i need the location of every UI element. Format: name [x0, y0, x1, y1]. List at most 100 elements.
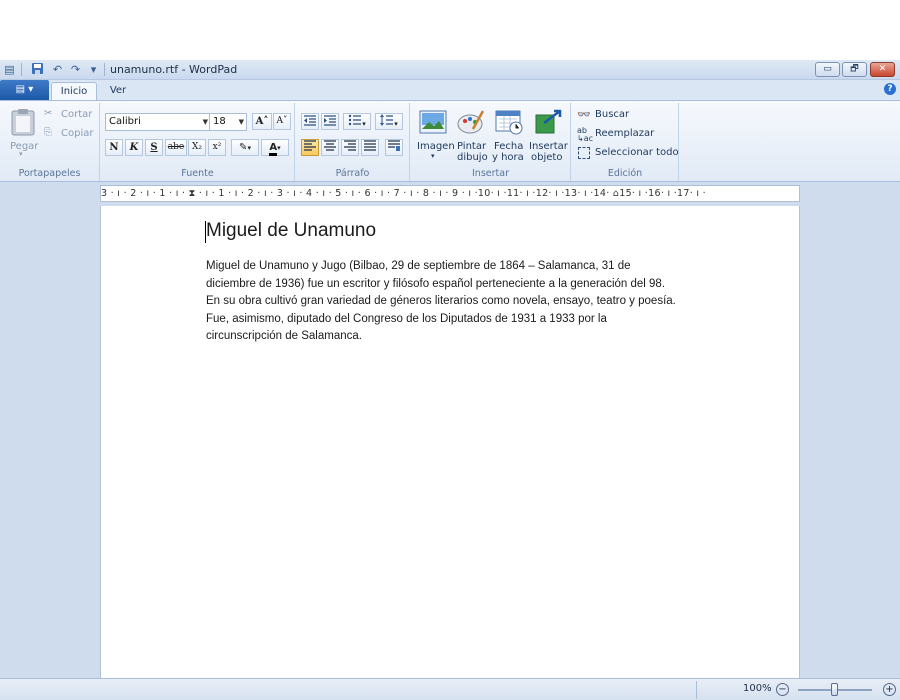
document-body[interactable]: Miguel de Unamuno y Jugo (Bilbao, 29 de …	[206, 258, 701, 346]
replace-icon: ab ↳ac	[577, 126, 594, 143]
line-spacing-dropdown-icon: ▾	[394, 120, 398, 128]
insert-image-dropdown-icon: ▾	[431, 152, 435, 160]
font-family-value: Calibri	[109, 116, 141, 127]
ribbon: Pegar ▾ ✂ Cortar ⎘ Copiar Portapapeles C…	[0, 100, 900, 182]
ruler-area: 3 · ı · 2 · ı · 1 · ı · ⧗ · ı · 1 · ı · …	[0, 182, 900, 206]
text-color-dropdown-icon: ▾	[277, 144, 281, 152]
copy-icon: ⎘	[44, 127, 52, 138]
scissors-icon: ✂	[44, 108, 53, 119]
align-right-icon	[344, 140, 356, 151]
document-line: Fue, asimismo, diputado del Congreso de …	[206, 312, 607, 325]
font-size-select[interactable]: 18 ▼	[209, 113, 247, 131]
font-family-select[interactable]: Calibri ▼	[105, 113, 211, 131]
document-heading[interactable]: Miguel de Unamuno	[206, 220, 376, 242]
bold-button[interactable]: N	[105, 139, 123, 156]
decrease-indent-button[interactable]	[301, 113, 319, 130]
grow-font-button[interactable]: A˄	[252, 113, 272, 130]
list-button[interactable]: ▾	[343, 113, 371, 130]
app-menu-button[interactable]: ▤ ▾	[0, 80, 49, 100]
replace-label: Reemplazar	[595, 128, 655, 139]
replace-button[interactable]: ab ↳ac Reemplazar	[577, 127, 672, 143]
document-workspace: Miguel de Unamuno Miguel de Unamuno y Ju…	[0, 206, 900, 678]
document-page[interactable]: Miguel de Unamuno Miguel de Unamuno y Ju…	[100, 206, 800, 678]
align-right-button[interactable]	[341, 139, 359, 156]
bullet-list-icon	[349, 114, 362, 126]
insert-image-button[interactable]: Imagen ▾	[415, 107, 455, 165]
superscript-button[interactable]: x²	[208, 139, 226, 156]
save-icon[interactable]	[30, 62, 45, 77]
line-spacing-button[interactable]: ▾	[375, 113, 403, 130]
insert-image-label: Imagen	[417, 141, 455, 152]
strikethrough-button[interactable]: abe	[165, 139, 187, 156]
tab-inicio[interactable]: Inicio	[51, 82, 97, 100]
align-left-button[interactable]	[301, 139, 319, 156]
justify-button[interactable]	[361, 139, 379, 156]
line-spacing-icon	[380, 114, 394, 126]
paint-palette-icon	[457, 110, 485, 134]
customize-dropdown-icon[interactable]: ▾	[86, 62, 101, 77]
date-time-button[interactable]: Fecha y hora	[491, 107, 527, 165]
object-label-line2: objeto	[531, 152, 563, 163]
clipboard-group-label: Portapapeles	[18, 168, 81, 179]
paint-drawing-button[interactable]: Pintar dibujo	[453, 107, 489, 165]
tab-ver[interactable]: Ver	[100, 82, 136, 100]
font-family-dropdown-icon: ▼	[202, 118, 208, 126]
insert-object-icon	[535, 109, 562, 134]
maximize-button[interactable]: 🗗	[842, 62, 867, 77]
redo-icon[interactable]: ↷	[68, 62, 83, 77]
paint-label-line2: dibujo	[457, 152, 488, 163]
status-bar: 100% − +	[0, 678, 900, 700]
minimize-button[interactable]: ▭	[815, 62, 840, 77]
zoom-level: 100%	[743, 683, 772, 694]
copy-button[interactable]: ⎘ Copiar	[44, 127, 96, 143]
highlight-color-button[interactable]: ✎▾	[231, 139, 259, 156]
editing-group-label: Edición	[607, 168, 643, 179]
underline-button[interactable]: S	[145, 139, 163, 156]
clipboard-group: Pegar ▾ ✂ Cortar ⎘ Copiar Portapapeles	[0, 103, 100, 181]
app-icon[interactable]: ▤	[2, 62, 17, 77]
copy-label: Copiar	[61, 128, 94, 139]
document-line: Miguel de Unamuno y Jugo (Bilbao, 29 de …	[206, 260, 631, 272]
document-line: diciembre de 1936) fue un escritor y fil…	[206, 277, 666, 290]
zoom-slider-thumb[interactable]	[831, 683, 838, 696]
ribbon-tab-row: ▤ ▾ Inicio Ver ?	[0, 80, 900, 100]
align-left-icon	[304, 140, 316, 151]
paste-button[interactable]: Pegar ▾	[6, 106, 40, 160]
shrink-font-button[interactable]: A˅	[273, 113, 291, 130]
justify-icon	[364, 140, 376, 151]
font-size-dropdown-icon: ▼	[238, 118, 244, 126]
zoom-in-button[interactable]: +	[883, 683, 896, 696]
binoculars-icon: 👓	[577, 108, 591, 121]
zoom-out-button[interactable]: −	[776, 683, 789, 696]
help-icon[interactable]: ?	[884, 83, 896, 95]
italic-button[interactable]: K	[125, 139, 143, 156]
paste-dropdown-icon: ▾	[19, 150, 23, 158]
title-separator	[104, 63, 105, 76]
quick-access-separator	[21, 63, 22, 76]
font-group-label: Fuente	[181, 168, 214, 179]
increase-indent-button[interactable]	[321, 113, 339, 130]
horizontal-ruler[interactable]: 3 · ı · 2 · ı · 1 · ı · ⧗ · ı · 1 · ı · …	[100, 185, 800, 202]
paragraph-group-label: Párrafo	[335, 168, 370, 179]
increase-indent-icon	[324, 115, 336, 126]
paragraph-settings-button[interactable]	[385, 139, 403, 156]
select-all-label: Seleccionar todo	[595, 147, 679, 158]
paragraph-group: ▾ ▾ Párrafo	[296, 103, 410, 181]
text-color-icon: A	[269, 142, 278, 156]
list-dropdown-icon: ▾	[362, 120, 366, 128]
subscript-button[interactable]: X₂	[188, 139, 206, 156]
date-label-line2: y hora	[492, 152, 524, 163]
paste-label: Pegar	[10, 141, 39, 152]
insert-object-button[interactable]: Insertar objeto	[527, 107, 569, 165]
select-all-button[interactable]: Seleccionar todo	[577, 146, 679, 162]
cut-button[interactable]: ✂ Cortar	[44, 108, 96, 124]
undo-icon[interactable]: ↶	[50, 62, 65, 77]
highlight-dropdown-icon: ▾	[247, 144, 251, 152]
find-button[interactable]: 👓 Buscar	[577, 108, 672, 124]
image-icon	[419, 110, 447, 134]
document-line: circunscripción de Salamanca.	[206, 330, 362, 342]
calendar-clock-icon	[495, 110, 523, 135]
align-center-button[interactable]	[321, 139, 339, 156]
text-color-button[interactable]: A▾	[261, 139, 289, 156]
close-button[interactable]: ✕	[870, 62, 895, 77]
